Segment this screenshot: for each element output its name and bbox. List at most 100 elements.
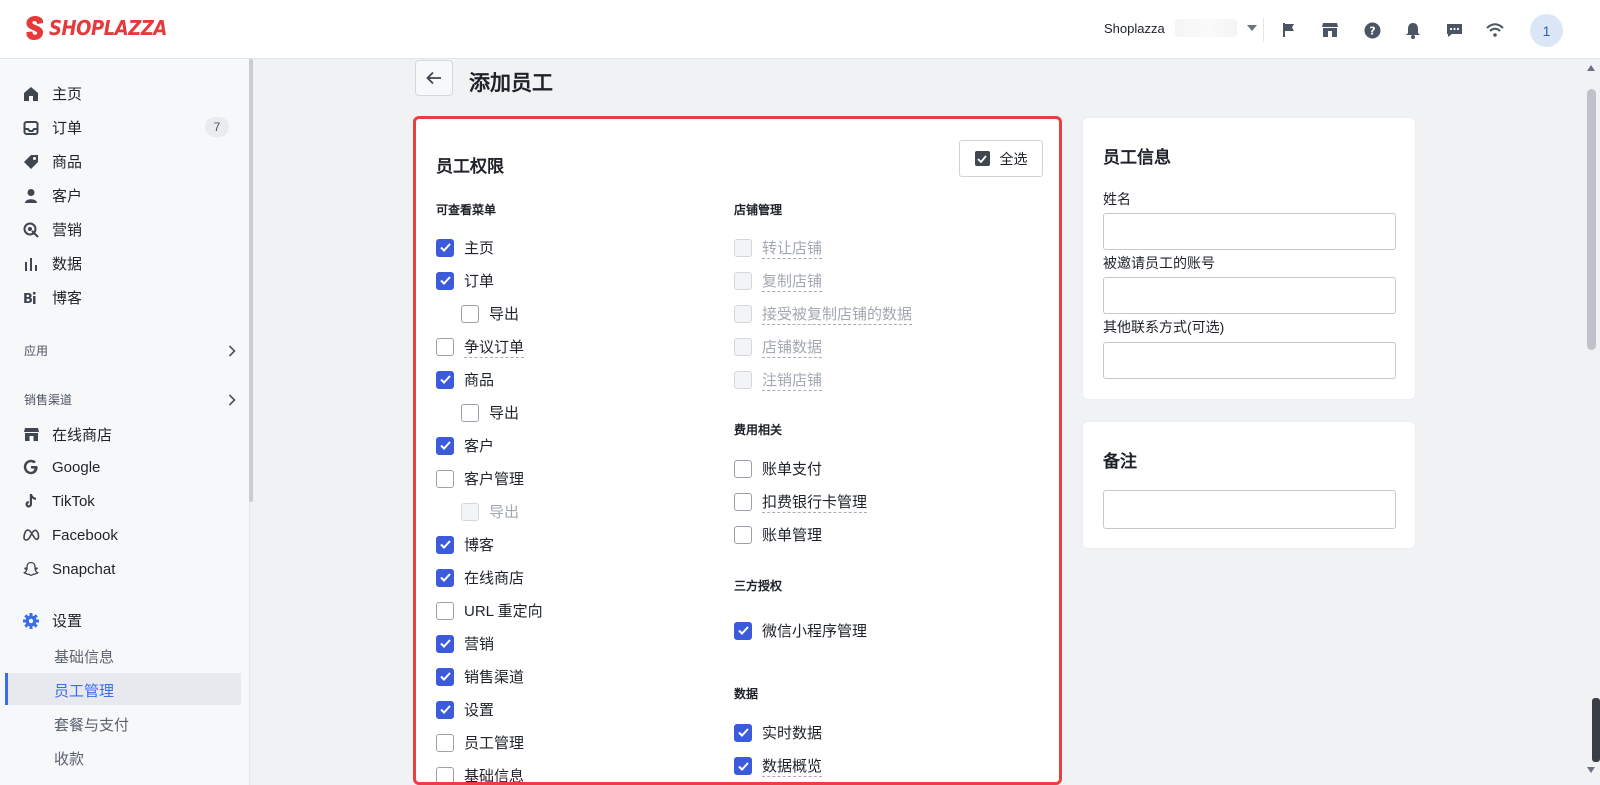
sidebar-sub-payments[interactable]: 收款 xyxy=(54,748,84,769)
notes-input[interactable] xyxy=(1103,490,1396,529)
checkbox-disabled-icon xyxy=(734,272,752,290)
main-scrollbar[interactable] xyxy=(1583,59,1600,785)
scroll-up-arrow-icon[interactable] xyxy=(1587,65,1595,71)
perm-disputed-orders[interactable]: 争议订单 xyxy=(436,336,525,358)
chat-icon[interactable] xyxy=(1444,20,1464,40)
scroll-down-arrow-icon[interactable] xyxy=(1587,767,1595,773)
checkbox-checked-icon xyxy=(436,370,454,389)
perm-label: 争议订单 xyxy=(464,336,525,358)
perm-staff-management[interactable]: 员工管理 xyxy=(436,732,524,753)
help-icon[interactable]: ? xyxy=(1362,20,1382,40)
sidebar-item-label: 营销 xyxy=(52,222,83,239)
sidebar-item-tiktok[interactable]: TikTok xyxy=(22,492,95,510)
apps-section[interactable]: 应用 xyxy=(24,342,236,359)
sidebar-item-marketing[interactable]: 营销 xyxy=(22,219,82,240)
sidebar-item-home[interactable]: 主页 xyxy=(22,83,82,104)
select-all-label: 全选 xyxy=(999,150,1028,167)
sidebar-item-facebook[interactable]: Facebook xyxy=(22,526,118,544)
sidebar-item-snapchat[interactable]: Snapchat xyxy=(22,560,115,578)
sidebar-sub-plan-billing[interactable]: 套餐与支付 xyxy=(54,714,129,735)
perm-orders[interactable]: 订单 xyxy=(436,270,494,291)
checkbox-unchecked-icon xyxy=(436,338,454,356)
contact-input[interactable] xyxy=(1103,342,1396,379)
permissions-title: 员工权限 xyxy=(436,157,504,176)
perm-basic-info[interactable]: 基础信息 xyxy=(436,765,524,782)
perm-label: 客户 xyxy=(464,438,495,455)
account-input[interactable] xyxy=(1103,277,1396,314)
perm-realtime-data[interactable]: 实时数据 xyxy=(734,722,822,743)
store-icon[interactable] xyxy=(1320,20,1340,40)
perm-bank-card-management[interactable]: 扣费银行卡管理 xyxy=(734,491,868,513)
perm-label: 订单 xyxy=(464,273,495,290)
user-avatar[interactable]: 1 xyxy=(1530,14,1563,47)
perm-orders-export[interactable]: 导出 xyxy=(461,303,519,324)
menu-group-title: 可查看菜单 xyxy=(436,203,497,217)
shoplazza-logo-icon xyxy=(26,16,44,40)
auth-group-title: 三方授权 xyxy=(734,579,783,593)
select-all-button[interactable]: 全选 xyxy=(959,140,1043,177)
orders-count-badge: 7 xyxy=(205,117,229,137)
store-selector[interactable]: Shoplazza xyxy=(1104,19,1257,37)
google-icon xyxy=(22,458,40,476)
sidebar-item-products[interactable]: 商品 xyxy=(22,151,82,172)
sidebar-scrollbar[interactable] xyxy=(249,59,253,502)
perm-customer-management[interactable]: 客户管理 xyxy=(436,468,524,489)
sidebar-item-blog[interactable]: B 博客 xyxy=(22,287,82,308)
apps-section-label: 应用 xyxy=(24,344,49,358)
fee-group-title: 费用相关 xyxy=(734,423,783,437)
sidebar-item-online-store[interactable]: 在线商店 xyxy=(22,424,112,445)
perm-label: 微信小程序管理 xyxy=(762,623,868,640)
perm-label: 转让店铺 xyxy=(762,237,823,259)
checkbox-disabled-icon xyxy=(734,371,752,389)
perm-settings[interactable]: 设置 xyxy=(436,699,494,720)
side-widget[interactable] xyxy=(1592,698,1600,762)
perm-data-overview[interactable]: 数据概览 xyxy=(734,755,823,777)
checkbox-unchecked-icon xyxy=(436,601,454,620)
checkbox-unchecked-icon xyxy=(734,493,752,511)
perm-bill-payment[interactable]: 账单支付 xyxy=(734,458,822,479)
perm-label: 营销 xyxy=(464,636,495,653)
sales-channels-section[interactable]: 销售渠道 xyxy=(24,391,236,408)
contact-label: 其他联系方式(可选) xyxy=(1103,319,1225,335)
name-input[interactable] xyxy=(1103,213,1396,250)
flag-icon[interactable] xyxy=(1279,20,1299,40)
perm-products[interactable]: 商品 xyxy=(436,369,494,390)
data-group-title: 数据 xyxy=(734,687,759,701)
staff-info-card: 员工信息 姓名 被邀请员工的账号 其他联系方式(可选) xyxy=(1082,117,1416,400)
perm-label: 扣费银行卡管理 xyxy=(762,491,868,513)
divider xyxy=(1263,18,1264,42)
perm-label: 账单支付 xyxy=(762,461,823,478)
sidebar-item-label: 在线商店 xyxy=(52,427,113,444)
back-button[interactable] xyxy=(415,60,453,96)
sidebar-item-google[interactable]: Google xyxy=(22,458,100,476)
sidebar-item-customers[interactable]: 客户 xyxy=(22,185,82,206)
checkbox-unchecked-icon xyxy=(734,525,752,544)
perm-wechat-miniprogram[interactable]: 微信小程序管理 xyxy=(734,620,867,641)
wifi-icon[interactable] xyxy=(1485,20,1505,40)
perm-home[interactable]: 主页 xyxy=(436,237,494,258)
perm-blog[interactable]: 博客 xyxy=(436,534,494,555)
sidebar-sub-basic-info[interactable]: 基础信息 xyxy=(54,646,114,667)
perm-marketing[interactable]: 营销 xyxy=(436,633,494,654)
perm-products-export[interactable]: 导出 xyxy=(461,402,519,423)
sidebar-item-orders[interactable]: 订单 xyxy=(22,117,82,138)
sidebar-item-analytics[interactable]: 数据 xyxy=(22,253,82,274)
shoplazza-logo[interactable]: SHOPLAZZA xyxy=(24,15,180,41)
checkbox-checked-icon xyxy=(436,667,454,686)
bell-icon[interactable] xyxy=(1403,20,1423,40)
checkbox-checked-icon xyxy=(436,568,454,587)
sidebar-item-settings[interactable]: 设置 xyxy=(22,610,82,631)
perm-label: 销售渠道 xyxy=(464,669,525,686)
perm-online-store[interactable]: 在线商店 xyxy=(436,567,524,588)
store-name: Shoplazza xyxy=(1104,20,1165,36)
perm-sales-channels[interactable]: 销售渠道 xyxy=(436,666,524,687)
perm-bill-management[interactable]: 账单管理 xyxy=(734,524,822,545)
checkbox-checked-icon xyxy=(974,151,990,166)
sidebar-item-label: Google xyxy=(52,458,101,476)
perm-label: 实时数据 xyxy=(762,725,823,742)
perm-customers[interactable]: 客户 xyxy=(436,435,494,456)
checkbox-disabled-icon xyxy=(461,502,479,521)
perm-url-redirect[interactable]: URL 重定向 xyxy=(436,600,543,621)
scrollbar-thumb[interactable] xyxy=(1587,89,1596,350)
sidebar-sub-staff-management[interactable]: 员工管理 xyxy=(54,680,114,701)
